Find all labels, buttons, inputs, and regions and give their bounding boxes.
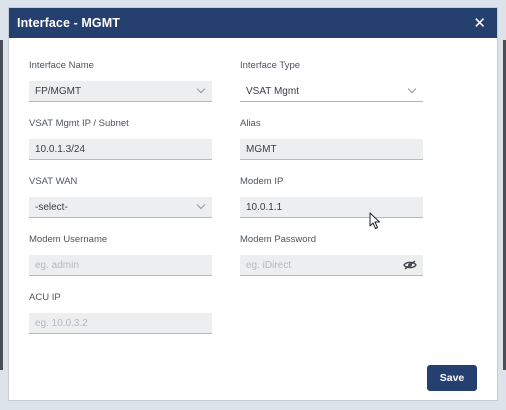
- interface-type-select[interactable]: VSAT Mgmt: [240, 81, 423, 102]
- chevron-down-icon: [196, 200, 206, 210]
- dialog-title-bar: Interface - MGMT ✕: [9, 8, 497, 38]
- modem-username-field: Modem Username eg. admin: [29, 234, 212, 276]
- modem-password-input[interactable]: eg. iDirect: [240, 255, 423, 276]
- mouse-cursor-icon: [369, 212, 380, 229]
- modem-ip-input[interactable]: 10.0.1.1: [240, 197, 423, 218]
- vsat-mgmt-ip-label: VSAT Mgmt IP / Subnet: [29, 118, 129, 129]
- alias-field: Alias MGMT: [240, 118, 423, 160]
- acu-ip-field: ACU IP eg. 10.0.3.2: [29, 292, 212, 334]
- chevron-down-icon: [196, 84, 206, 94]
- alias-input[interactable]: MGMT: [240, 139, 423, 160]
- vsat-mgmt-ip-input[interactable]: 10.0.1.3/24: [29, 139, 212, 160]
- dialog-title: Interface - MGMT: [17, 16, 120, 30]
- vsat-wan-field: VSAT WAN -select-: [29, 176, 212, 218]
- vsat-wan-value: -select-: [35, 201, 68, 213]
- modem-ip-value: 10.0.1.1: [246, 201, 283, 213]
- interface-type-value: VSAT Mgmt: [246, 85, 299, 97]
- interface-type-field: Interface Type VSAT Mgmt: [240, 60, 423, 102]
- backdrop-edge-left: [0, 40, 3, 370]
- vsat-mgmt-ip-value: 10.0.1.3/24: [35, 143, 86, 155]
- modem-password-placeholder: eg. iDirect: [246, 259, 292, 271]
- interface-name-label: Interface Name: [29, 60, 94, 71]
- vsat-wan-select[interactable]: -select-: [29, 197, 212, 218]
- acu-ip-label: ACU IP: [29, 292, 61, 303]
- modem-ip-field: Modem IP 10.0.1.1: [240, 176, 423, 218]
- vsat-wan-label: VSAT WAN: [29, 176, 78, 187]
- modem-password-field: Modem Password eg. iDirect: [240, 234, 423, 276]
- alias-value: MGMT: [246, 143, 277, 155]
- close-icon[interactable]: ✕: [473, 16, 486, 31]
- interface-name-value: FP/MGMT: [35, 85, 82, 97]
- interface-name-select[interactable]: FP/MGMT: [29, 81, 212, 102]
- modem-username-placeholder: eg. admin: [35, 259, 79, 271]
- interface-name-field: Interface Name FP/MGMT: [29, 60, 212, 102]
- interface-type-label: Interface Type: [240, 60, 301, 71]
- modem-ip-label: Modem IP: [240, 176, 284, 187]
- save-button[interactable]: Save: [427, 365, 477, 391]
- interface-dialog: Interface - MGMT ✕ Interface Name FP/MGM…: [8, 7, 498, 401]
- modem-username-label: Modem Username: [29, 234, 108, 245]
- modem-password-label: Modem Password: [240, 234, 317, 245]
- alias-label: Alias: [240, 118, 261, 129]
- acu-ip-input[interactable]: eg. 10.0.3.2: [29, 313, 212, 334]
- eye-slash-icon[interactable]: [403, 260, 417, 270]
- modem-username-input[interactable]: eg. admin: [29, 255, 212, 276]
- chevron-down-icon: [407, 84, 417, 94]
- vsat-mgmt-ip-field: VSAT Mgmt IP / Subnet 10.0.1.3/24: [29, 118, 212, 160]
- acu-ip-placeholder: eg. 10.0.3.2: [35, 317, 88, 329]
